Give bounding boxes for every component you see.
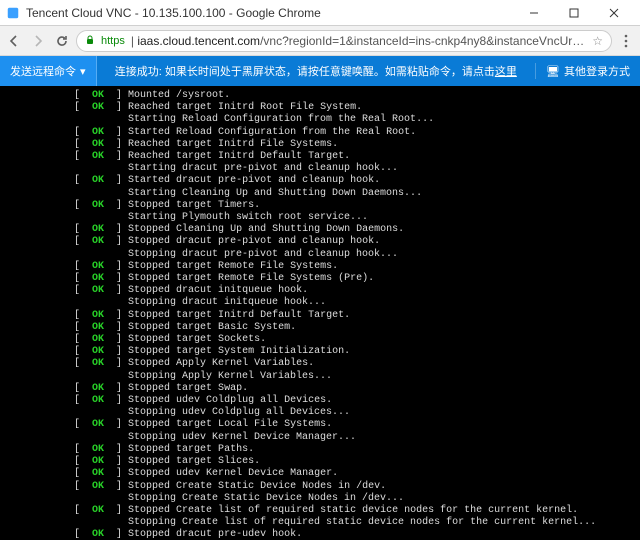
paste-here-link[interactable]: 这里: [495, 66, 517, 78]
send-remote-command-label: 发送远程命令: [10, 63, 76, 79]
send-remote-command-button[interactable]: 发送远程命令 ▾: [0, 56, 97, 86]
window-maximize-button[interactable]: [554, 0, 594, 26]
vnc-toolbar: 发送远程命令 ▾ 连接成功: 如果长时间处于黑屏状态，请按任意键唤醒。如需粘贴命…: [0, 56, 640, 86]
window-titlebar: Tencent Cloud VNC - 10.135.100.100 - Goo…: [0, 0, 640, 26]
url-text: | iaas.cloud.tencent.com/vnc?regionId=1&…: [131, 34, 586, 48]
other-login-label: 其他登录方式: [564, 63, 630, 79]
nav-forward-icon[interactable]: [30, 33, 46, 49]
window-title: Tencent Cloud VNC - 10.135.100.100 - Goo…: [26, 6, 514, 20]
connection-status-message: 连接成功: 如果长时间处于黑屏状态，请按任意键唤醒。如需粘贴命令，请点击这里: [97, 63, 536, 79]
lock-icon: [85, 34, 95, 48]
nav-reload-icon[interactable]: [54, 33, 70, 49]
vnc-console[interactable]: [ OK ] Mounted /sysroot. [ OK ] Reached …: [0, 86, 640, 540]
window-controls: [514, 0, 634, 26]
chevron-down-icon: ▾: [80, 65, 86, 78]
window-minimize-button[interactable]: [514, 0, 554, 26]
console-output: [ OK ] Mounted /sysroot. [ OK ] Reached …: [0, 90, 640, 540]
other-login-button[interactable]: 🖥 其他登录方式: [535, 63, 640, 79]
browser-toolbar: https | iaas.cloud.tencent.com/vnc?regio…: [0, 26, 640, 56]
scheme-label: https: [101, 35, 125, 47]
monitor-icon: 🖥: [546, 65, 560, 78]
browser-menu-icon[interactable]: [618, 33, 634, 49]
nav-back-icon[interactable]: [6, 33, 22, 49]
app-favicon-icon: [6, 6, 20, 20]
bookmark-star-icon[interactable]: ☆: [592, 34, 603, 48]
window-close-button[interactable]: [594, 0, 634, 26]
address-bar[interactable]: https | iaas.cloud.tencent.com/vnc?regio…: [76, 30, 612, 52]
